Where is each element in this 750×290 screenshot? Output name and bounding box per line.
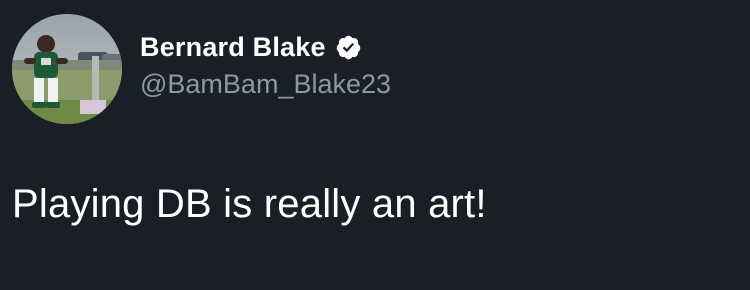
tweet-text: Playing DB is really an art! (12, 182, 487, 226)
author-info: Bernard Blake @BamBam_Blake23 (140, 30, 391, 100)
user-handle[interactable]: @BamBam_Blake23 (140, 69, 391, 100)
avatar-photo (12, 14, 122, 124)
tweet-card: Bernard Blake @BamBam_Blake23 Playing DB… (0, 0, 750, 290)
name-row: Bernard Blake (140, 30, 391, 64)
avatar[interactable] (12, 14, 122, 124)
verified-badge-icon (335, 34, 362, 61)
display-name[interactable]: Bernard Blake (140, 32, 326, 63)
